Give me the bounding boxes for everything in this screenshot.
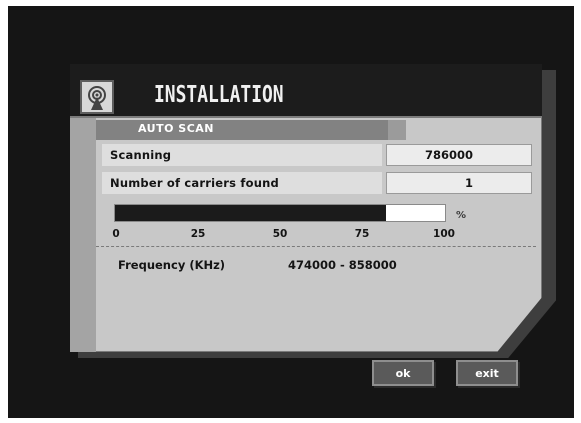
divider — [96, 246, 536, 247]
carriers-value-box: 1 — [386, 172, 532, 194]
scan-progress-bar — [114, 204, 446, 222]
scan-progress-fill — [115, 205, 386, 221]
scanning-label: Scanning — [110, 148, 172, 162]
carriers-label: Number of carriers found — [110, 176, 279, 190]
dialog-subtitle: AUTO SCAN — [138, 122, 215, 135]
exit-button[interactable]: exit — [456, 360, 518, 386]
dialog-left-strip — [70, 118, 96, 352]
frequency-range: 474000 - 858000 — [288, 258, 397, 272]
ok-button[interactable]: ok — [372, 360, 434, 386]
carriers-row: Number of carriers found 1 — [96, 172, 542, 194]
scanning-value-box: 786000 — [386, 144, 532, 166]
carriers-value: 1 — [464, 176, 473, 190]
scanning-row: Scanning 786000 — [96, 144, 542, 166]
dialog-header — [70, 64, 542, 118]
satellite-dish-icon — [80, 80, 114, 114]
frequency-label: Frequency (KHz) — [118, 258, 226, 272]
progress-tick: 100 — [433, 228, 455, 240]
progress-tick: 25 — [190, 228, 206, 240]
progress-unit: % — [456, 210, 467, 221]
progress-tick: 0 — [112, 228, 120, 240]
scanning-value: 786000 — [424, 148, 473, 162]
progress-tick: 75 — [354, 228, 370, 240]
progress-tick: 50 — [272, 228, 288, 240]
dialog-title: INSTALLATION — [154, 82, 284, 108]
subtitle-bar: AUTO SCAN — [96, 120, 406, 140]
